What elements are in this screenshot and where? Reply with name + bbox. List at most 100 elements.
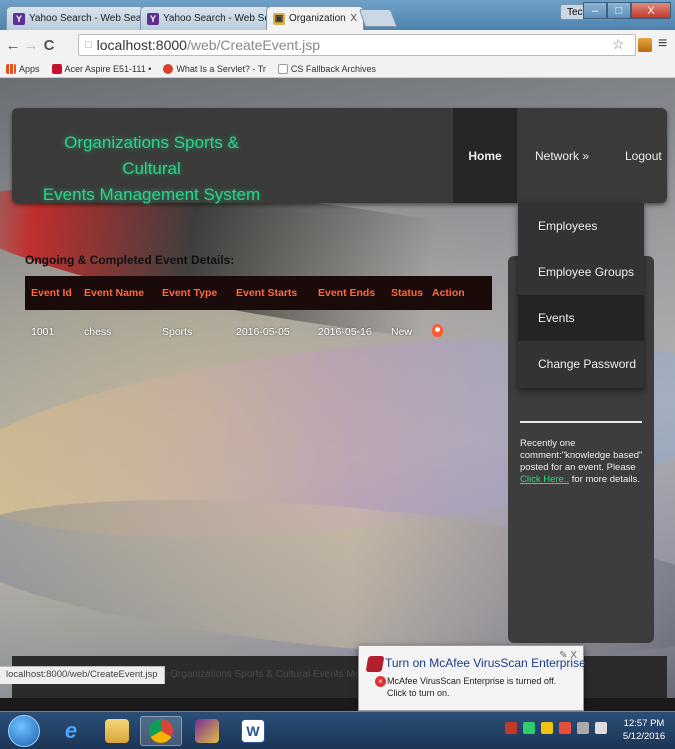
logo-line-2: Events Management System: [42, 185, 261, 204]
tab-title: Yahoo Search - Web Sear: [29, 13, 144, 24]
oracle-icon: [163, 63, 174, 74]
window-controls: – □ X: [583, 2, 671, 19]
notice-text-end: for more details.: [571, 474, 640, 485]
cell-event-starts: 2016-05-05: [236, 326, 290, 338]
taskbar-chrome[interactable]: [140, 716, 182, 746]
reload-icon[interactable]: C: [40, 37, 58, 54]
web-page: Organizations Sports & Cultural Events M…: [0, 78, 675, 698]
tab-title: Organizations Sports & C: [289, 13, 347, 24]
column-header: Event Starts: [236, 287, 298, 299]
menu-item-employee-groups[interactable]: Employee Groups: [518, 249, 644, 295]
tab-organizations-sports[interactable]: ▣ Organizations Sports & C X: [266, 6, 364, 30]
tab-title: Yahoo Search - Web Sear: [163, 13, 270, 24]
taskbar-word[interactable]: W: [232, 716, 274, 746]
clock-date: 5/12/2016: [622, 731, 666, 742]
menu-item-employees[interactable]: Employees: [518, 203, 644, 249]
taskbar-clock[interactable]: 12:57 PM 5/12/2016: [616, 717, 672, 743]
table-row: 1001 chess Sports 2016-05-05 2016-05-16 …: [25, 310, 492, 354]
check-tray-icon[interactable]: [523, 722, 535, 734]
mcafee-shield-icon: [365, 656, 385, 672]
column-header: Event Id: [31, 287, 72, 299]
page-icon: □: [85, 39, 92, 51]
extension-icon[interactable]: [638, 38, 652, 52]
notification-title: Turn on McAfee VirusScan Enterprise: [385, 656, 586, 670]
bookmark-label: What Is a Servlet? - Tr: [176, 63, 266, 74]
bookmark-servlet[interactable]: What Is a Servlet? - Tr: [163, 63, 266, 74]
table-header: Event Id Event Name Event Type Event Sta…: [25, 276, 492, 310]
url-path: /web/CreateEvent.jsp: [186, 37, 321, 53]
error-icon: ×: [375, 676, 386, 687]
tab-yahoo-search-2[interactable]: Y Yahoo Search - Web Sear X: [140, 6, 270, 30]
clock-time: 12:57 PM: [623, 718, 665, 729]
start-button[interactable]: [8, 715, 40, 747]
view-event-icon[interactable]: [432, 324, 443, 337]
bookmark-label: CS Fallback Archives: [290, 63, 376, 74]
bookmark-label: Acer Aspire E51-111 •: [64, 63, 152, 74]
url-field[interactable]: □ localhost:8000/web/CreateEvent.jsp: [78, 34, 636, 56]
bookmark-acer[interactable]: Acer Aspire E51-111 •: [51, 63, 152, 74]
cell-event-type: Sports: [162, 326, 193, 338]
windows-taskbar: e W 12:57 PM 5/12/2016: [0, 711, 675, 749]
yahoo-icon: Y: [147, 12, 159, 25]
cell-event-ends: 2016-05-16: [318, 326, 372, 338]
page-icon: [277, 63, 288, 74]
acrobat-tray-icon[interactable]: [559, 722, 571, 734]
network-tray-icon[interactable]: [577, 722, 589, 734]
address-bar-row: ← → C □ localhost:8000/web/CreateEvent.j…: [0, 30, 675, 60]
network-dropdown-menu: Employees Employee Groups Events Change …: [518, 203, 644, 388]
security-tray-icon[interactable]: [541, 722, 553, 734]
tab-close-icon[interactable]: X: [346, 13, 357, 24]
forward-arrow-icon[interactable]: →: [22, 37, 40, 54]
column-header: Event Name: [84, 287, 145, 299]
bookmark-cs-fallback[interactable]: CS Fallback Archives: [277, 63, 376, 74]
bookmark-star-icon[interactable]: ☆: [612, 36, 625, 53]
wand-icon: [195, 719, 219, 743]
taskbar-explorer[interactable]: [96, 716, 138, 746]
bookmark-apps[interactable]: Apps: [6, 63, 40, 74]
notice-text: Recently one comment:"knowledge based" p…: [520, 438, 643, 473]
notification-body: McAfee VirusScan Enterprise is turned of…: [387, 676, 557, 698]
bookmark-label: Apps: [19, 63, 40, 74]
events-table: Event Id Event Name Event Type Event Sta…: [25, 276, 492, 354]
sidebar-divider: [520, 421, 642, 423]
link-status-bubble: localhost:8000/web/CreateEvent.jsp: [0, 666, 165, 684]
url-host: localhost:8000: [96, 37, 187, 53]
apps-grid-icon: [6, 63, 16, 74]
bookmarks-bar: Apps Acer Aspire E51-111 • What Is a Ser…: [0, 60, 675, 78]
column-header: Event Ends: [318, 287, 376, 299]
taskbar-ie[interactable]: e: [50, 716, 92, 746]
word-icon: W: [241, 719, 265, 743]
cell-event-name: chess: [84, 326, 112, 338]
nav-logout[interactable]: Logout: [625, 108, 662, 203]
logo-line-1: Organizations Sports & Cultural: [64, 133, 239, 178]
acer-icon: [51, 63, 62, 74]
menu-item-change-password[interactable]: Change Password: [518, 341, 644, 387]
notification-controls[interactable]: ✎ X: [559, 650, 577, 661]
folder-icon: [105, 719, 129, 743]
taskbar-app-4[interactable]: [186, 716, 228, 746]
tab-yahoo-search-1[interactable]: Y Yahoo Search - Web Sear X: [6, 6, 144, 30]
chrome-menu-icon[interactable]: ≡: [658, 35, 667, 53]
menu-item-events[interactable]: Events: [518, 295, 644, 341]
footer-copyright: © Organizations Sports & Cultural Events…: [160, 669, 377, 680]
chrome-icon: [149, 719, 173, 743]
mcafee-tray-icon[interactable]: [505, 722, 517, 734]
back-arrow-icon[interactable]: ←: [4, 37, 22, 54]
nav-home[interactable]: Home: [453, 108, 517, 203]
page-favicon-icon: ▣: [273, 12, 285, 25]
close-window-button[interactable]: X: [631, 2, 671, 19]
mcafee-notification[interactable]: × Turn on McAfee VirusScan Enterprise Mc…: [358, 645, 586, 711]
click-here-link[interactable]: Click Here..: [520, 474, 569, 485]
maximize-button[interactable]: □: [607, 2, 631, 19]
volume-tray-icon[interactable]: [595, 722, 607, 734]
column-header: Status: [391, 287, 424, 299]
column-header: Action: [432, 287, 465, 299]
site-header: Organizations Sports & Cultural Events M…: [12, 108, 667, 204]
minimize-button[interactable]: –: [583, 2, 607, 19]
site-logo[interactable]: Organizations Sports & Cultural Events M…: [34, 130, 269, 208]
new-tab-button[interactable]: [358, 9, 398, 27]
system-tray: [505, 722, 607, 734]
section-title: Ongoing & Completed Event Details:: [25, 253, 235, 267]
yahoo-icon: Y: [13, 12, 25, 25]
nav-network[interactable]: Network »: [535, 108, 589, 203]
